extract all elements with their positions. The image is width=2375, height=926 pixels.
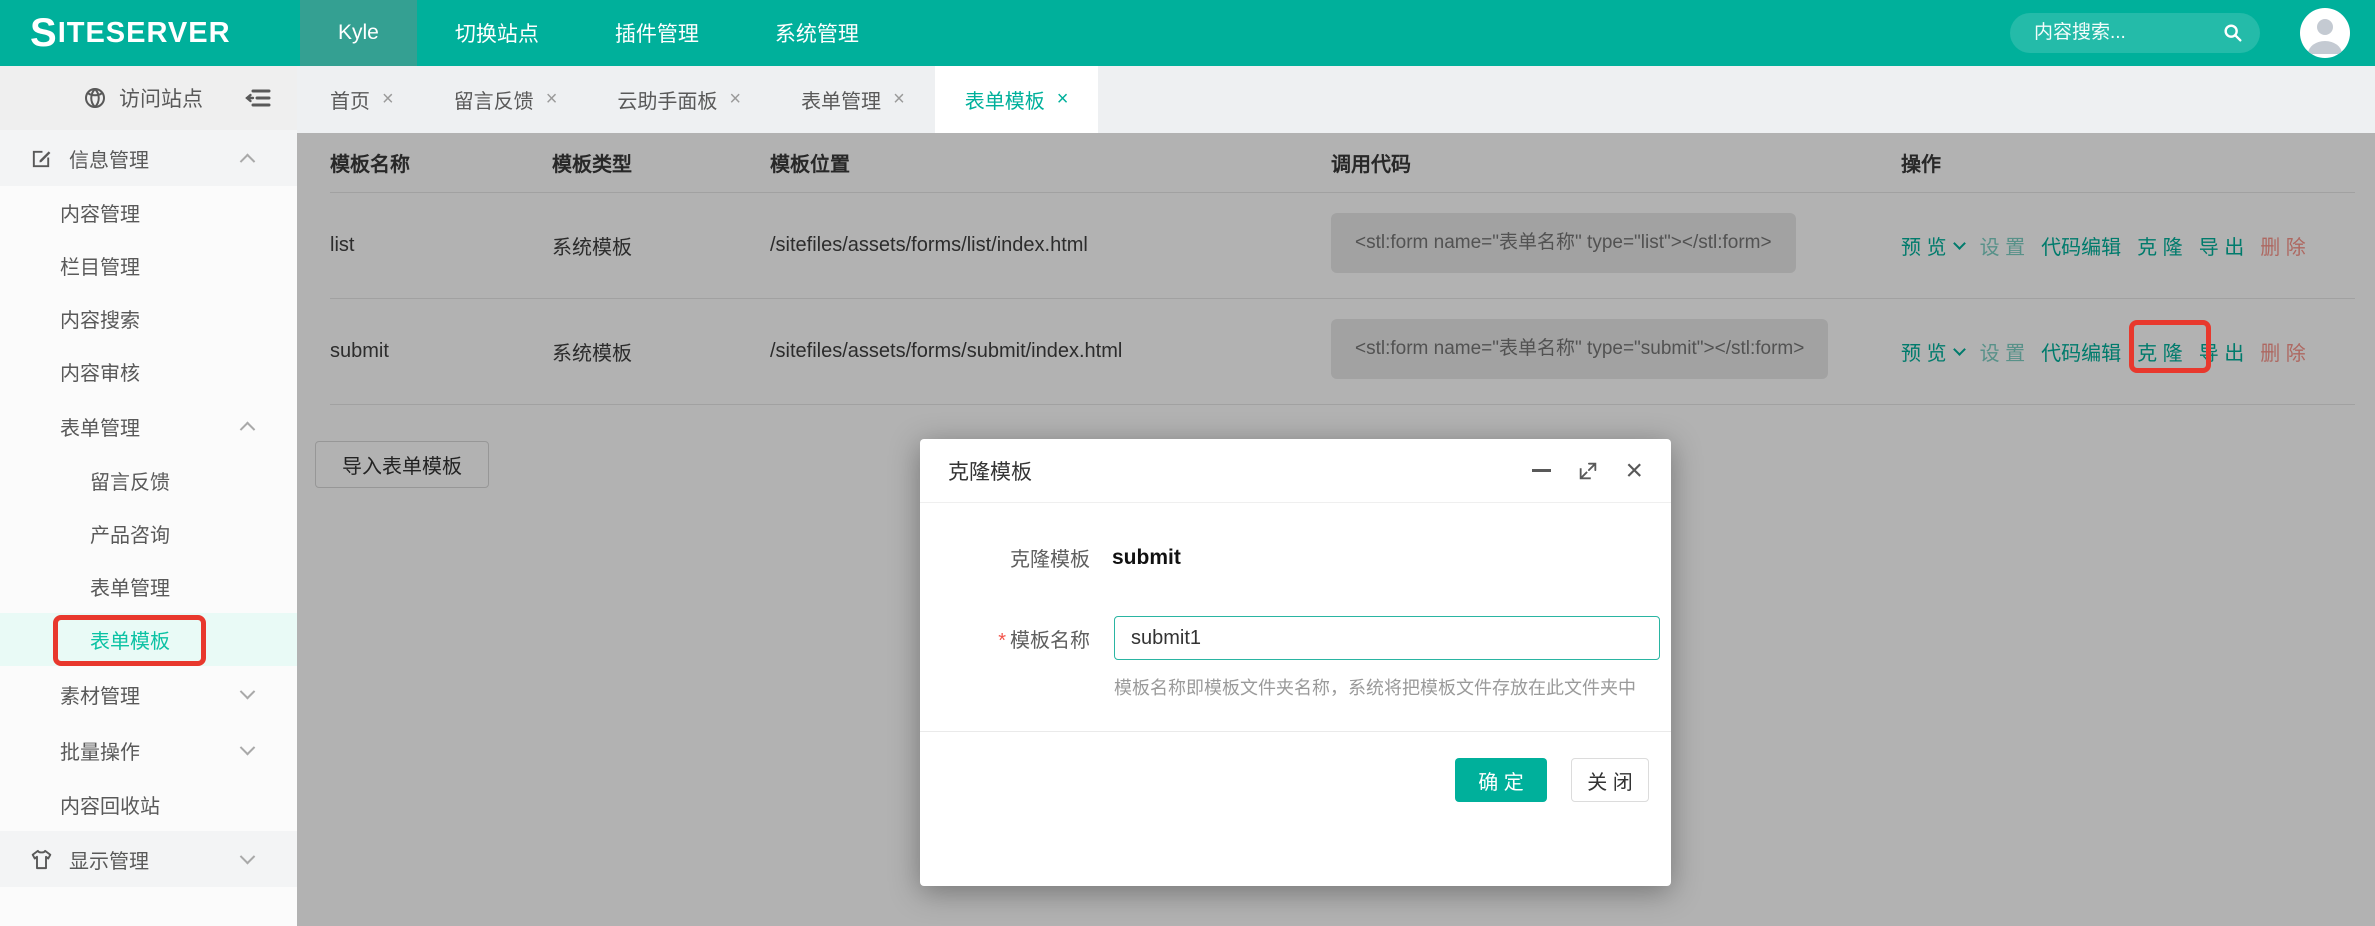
topnav-item-plugins[interactable]: 插件管理 — [577, 0, 737, 66]
dialog-window-controls: × — [1532, 456, 1643, 486]
tab-home[interactable]: 首页 × — [300, 66, 424, 133]
sidebar-item-form-management[interactable]: 表单管理 — [0, 560, 297, 613]
tab-close-icon[interactable]: × — [893, 88, 905, 111]
search-icon[interactable] — [2222, 22, 2244, 44]
sidebar-item-label: 信息管理 — [69, 144, 149, 173]
sidebar-item-label: 素材管理 — [60, 680, 140, 709]
template-name-field-row: *模板名称 — [920, 616, 1671, 660]
visit-site-button[interactable]: 访问站点 — [83, 83, 203, 113]
close-button[interactable]: 关 闭 — [1571, 758, 1649, 802]
sidebar-item-label: 显示管理 — [69, 845, 149, 874]
chevron-down-icon — [240, 848, 256, 864]
sidebar: 访问站点 信息管理 内容管理 栏目管理 内容搜索 内容审核 表单管理 留言反馈 … — [0, 66, 297, 926]
tab-label: 云助手面板 — [617, 85, 717, 114]
tab-close-icon[interactable]: × — [382, 88, 394, 111]
globe-icon — [83, 86, 107, 110]
chevron-up-icon — [240, 421, 256, 437]
close-icon[interactable]: × — [1625, 456, 1643, 486]
page-tab-bar: 首页 × 留言反馈 × 云助手面板 × 表单管理 × 表单模板 × — [297, 66, 2375, 133]
field-helper-text: 模板名称即模板文件夹名称，系统将把模板文件存放在此文件夹中 — [1114, 674, 1671, 700]
tab-close-icon[interactable]: × — [729, 88, 741, 111]
content-search-box[interactable] — [2010, 13, 2260, 53]
required-asterisk: * — [998, 630, 1006, 652]
siteserver-app: SITESERVER Kyle 切换站点 插件管理 系统管理 访问站点 — [0, 0, 2375, 926]
topnav-item-site[interactable]: Kyle — [300, 0, 417, 66]
sidebar-group-batch-operations[interactable]: 批量操作 — [0, 722, 297, 778]
sidebar-item-label: 内容回收站 — [60, 790, 160, 819]
tab-form-templates[interactable]: 表单模板 × — [935, 66, 1099, 133]
minimize-icon[interactable] — [1532, 469, 1551, 472]
confirm-button[interactable]: 确 定 — [1455, 758, 1547, 802]
sidebar-item-content-search[interactable]: 内容搜索 — [0, 292, 297, 345]
tab-label: 首页 — [330, 85, 370, 114]
dialog-header: 克隆模板 × — [920, 439, 1671, 503]
chevron-down-icon — [240, 683, 256, 699]
tab-close-icon[interactable]: × — [1057, 88, 1069, 111]
avatar-person-icon — [2300, 8, 2350, 58]
edit-square-icon — [30, 147, 53, 170]
sidebar-item-label: 批量操作 — [60, 736, 140, 765]
clone-source-value: submit — [1112, 546, 1181, 570]
tab-label: 表单模板 — [965, 85, 1045, 114]
chevron-up-icon — [240, 153, 256, 169]
sidebar-item-content-audit[interactable]: 内容审核 — [0, 345, 297, 398]
top-nav: Kyle 切换站点 插件管理 系统管理 — [300, 0, 897, 66]
sidebar-group-display-management[interactable]: 显示管理 — [0, 831, 297, 887]
tshirt-icon — [30, 848, 53, 871]
dialog-body: 克隆模板 submit *模板名称 模板名称即模板文件夹名称，系统将把模板文件存… — [920, 503, 1671, 731]
sidebar-item-content-management[interactable]: 内容管理 — [0, 186, 297, 239]
tab-form-management[interactable]: 表单管理 × — [771, 66, 935, 133]
tab-label: 表单管理 — [801, 85, 881, 114]
sidebar-group-material-management[interactable]: 素材管理 — [0, 666, 297, 722]
tab-message-feedback[interactable]: 留言反馈 × — [424, 66, 588, 133]
template-name-label: *模板名称 — [920, 624, 1090, 653]
template-name-input[interactable] — [1114, 616, 1660, 660]
sidebar-item-label: 内容审核 — [60, 357, 140, 386]
topnav-item-switch-site[interactable]: 切换站点 — [417, 0, 577, 66]
sidebar-item-label: 留言反馈 — [90, 466, 170, 495]
logo-first-letter: S — [30, 13, 58, 53]
clone-source-row: 克隆模板 submit — [920, 543, 1671, 572]
sidebar-item-label: 表单模板 — [90, 625, 170, 654]
tab-close-icon[interactable]: × — [546, 88, 558, 111]
clone-template-dialog: 克隆模板 × 克隆模板 submit *模板名称 模板名称即模板文件夹名称，系统… — [920, 439, 1671, 886]
tab-label: 留言反馈 — [454, 85, 534, 114]
user-avatar[interactable] — [2300, 8, 2350, 58]
siteserver-logo: SITESERVER — [0, 0, 300, 66]
sidebar-item-form-templates[interactable]: 表单模板 — [0, 613, 297, 666]
sidebar-item-message-feedback[interactable]: 留言反馈 — [0, 454, 297, 507]
sidebar-item-label: 表单管理 — [90, 572, 170, 601]
dialog-footer: 确 定 关 闭 — [920, 731, 1671, 886]
maximize-icon[interactable] — [1577, 460, 1599, 482]
visit-site-row[interactable]: 访问站点 — [0, 66, 297, 130]
tab-cloud-assistant[interactable]: 云助手面板 × — [587, 66, 771, 133]
top-bar: SITESERVER Kyle 切换站点 插件管理 系统管理 — [0, 0, 2375, 66]
sidebar-item-product-inquiry[interactable]: 产品咨询 — [0, 507, 297, 560]
sidebar-item-label: 产品咨询 — [90, 519, 170, 548]
sidebar-item-channel-management[interactable]: 栏目管理 — [0, 239, 297, 292]
chevron-down-icon — [240, 739, 256, 755]
field-label-text: 模板名称 — [1010, 630, 1090, 652]
top-right-area — [2010, 0, 2375, 66]
sidebar-item-label: 内容管理 — [60, 198, 140, 227]
topnav-item-system[interactable]: 系统管理 — [737, 0, 897, 66]
sidebar-item-recycle-bin[interactable]: 内容回收站 — [0, 778, 297, 831]
dialog-title: 克隆模板 — [948, 456, 1032, 486]
clone-source-label: 克隆模板 — [920, 543, 1090, 572]
sidebar-item-label: 栏目管理 — [60, 251, 140, 280]
visit-site-label: 访问站点 — [119, 83, 203, 113]
sidebar-item-label: 内容搜索 — [60, 304, 140, 333]
sidebar-group-form-management[interactable]: 表单管理 — [0, 398, 297, 454]
sidebar-item-info-management[interactable]: 信息管理 — [0, 130, 297, 186]
logo-rest: ITESERVER — [58, 17, 231, 50]
sidebar-item-label: 表单管理 — [60, 412, 140, 441]
sidebar-collapse-icon[interactable] — [245, 87, 271, 109]
